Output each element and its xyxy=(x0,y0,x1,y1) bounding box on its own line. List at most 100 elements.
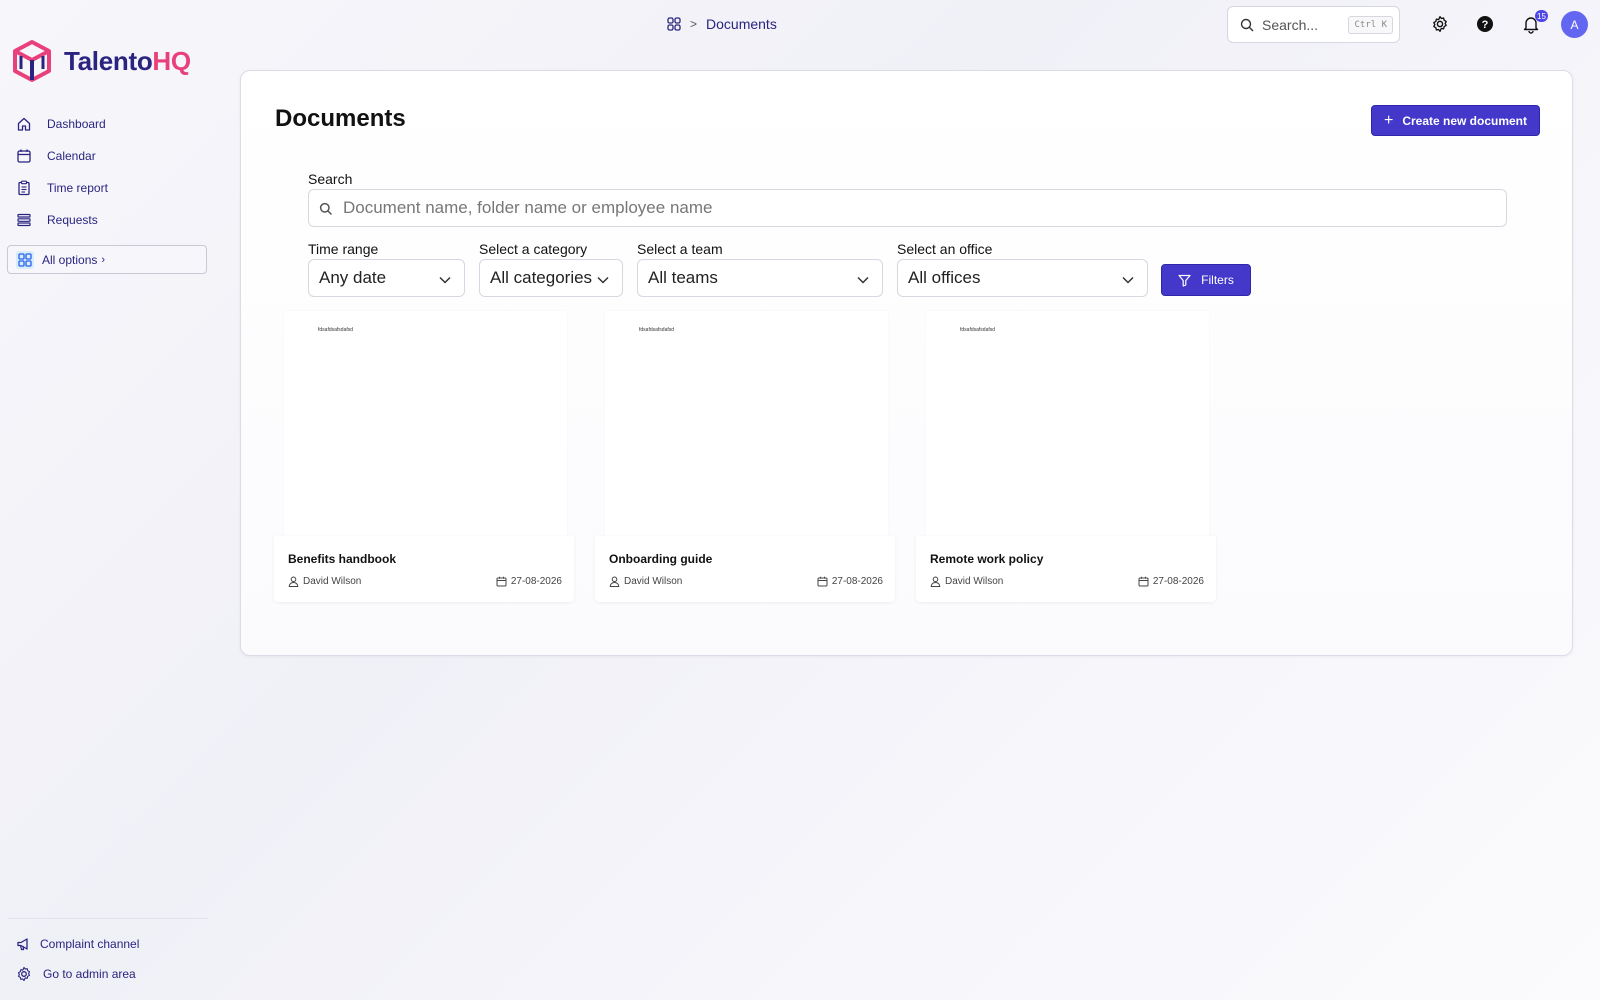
document-author: David Wilson xyxy=(609,576,682,587)
document-card[interactable]: fdsafdsafsdafsd Onboarding guide David W… xyxy=(595,311,895,602)
document-search-placeholder: Document name, folder name or employee n… xyxy=(343,198,713,217)
document-author-name: David Wilson xyxy=(303,576,362,587)
svg-text:?: ? xyxy=(1482,19,1489,31)
office-select[interactable]: All offices xyxy=(897,259,1148,297)
sidebar-item-label: Complaint channel xyxy=(40,937,140,951)
documents-panel: Documents + Create new document Search D… xyxy=(240,70,1573,656)
global-search-input[interactable]: Search... Ctrl K xyxy=(1227,6,1400,43)
sidebar-item-time-report[interactable]: Time report xyxy=(8,172,208,204)
sidebar-item-dashboard[interactable]: Dashboard xyxy=(8,108,208,140)
office-label: Select an office xyxy=(897,241,993,257)
settings-gear-icon[interactable] xyxy=(1430,14,1450,34)
chevron-down-icon xyxy=(1121,272,1135,292)
keyboard-shortcut: Ctrl K xyxy=(1348,16,1393,34)
notification-badge: 15 xyxy=(1535,10,1548,22)
chevron-down-icon xyxy=(856,272,870,292)
page-title: Documents xyxy=(275,105,406,132)
gear-icon xyxy=(16,966,32,982)
brand-name-part1: Talento xyxy=(64,45,153,76)
brand-logo[interactable]: TalentoHQ xyxy=(12,39,191,83)
document-card[interactable]: fdsafdsafsdafsd Remote work policy David… xyxy=(916,311,1216,602)
time-range-label: Time range xyxy=(308,241,379,257)
sidebar-item-admin-area[interactable]: Go to admin area xyxy=(16,966,136,982)
calendar-icon xyxy=(16,148,32,164)
document-preview: fdsafdsafsdafsd xyxy=(284,311,567,536)
user-icon xyxy=(288,576,299,587)
list-icon xyxy=(16,212,32,228)
document-card[interactable]: fdsafdsafsdafsd Benefits handbook David … xyxy=(274,311,574,602)
search-icon xyxy=(1240,18,1254,32)
document-info: Benefits handbook David Wilson 27-08-202… xyxy=(274,536,574,602)
calendar-icon xyxy=(496,576,507,587)
breadcrumb-current[interactable]: Documents xyxy=(706,16,777,32)
team-select[interactable]: All teams xyxy=(637,259,883,297)
sidebar-item-label: Calendar xyxy=(47,149,96,163)
document-date-value: 27-08-2026 xyxy=(1152,576,1204,587)
document-preview: fdsafdsafsdafsd xyxy=(605,311,888,536)
brand-name-part2: HQ xyxy=(152,45,191,76)
preview-text: fdsafdsafsdafsd xyxy=(639,327,675,333)
chevron-right-icon: > xyxy=(690,17,698,31)
chevron-right-icon: › xyxy=(101,253,106,266)
sidebar-divider xyxy=(8,918,208,919)
document-author: David Wilson xyxy=(930,576,1003,587)
document-author: David Wilson xyxy=(288,576,361,587)
document-author-name: David Wilson xyxy=(624,576,683,587)
chevron-down-icon xyxy=(596,272,610,292)
document-date-value: 27-08-2026 xyxy=(510,576,562,587)
document-date: 27-08-2026 xyxy=(496,576,562,587)
breadcrumb: > Documents xyxy=(667,16,777,32)
document-search-input[interactable]: Document name, folder name or employee n… xyxy=(308,189,1507,227)
create-document-label: Create new document xyxy=(1402,113,1528,128)
category-select[interactable]: All categories xyxy=(479,259,623,297)
home-icon xyxy=(16,116,32,132)
sidebar-item-calendar[interactable]: Calendar xyxy=(8,140,208,172)
chevron-down-icon xyxy=(438,272,452,292)
sidebar-item-label: Dashboard xyxy=(47,117,106,131)
all-options-label: All options xyxy=(42,252,98,267)
global-search-placeholder: Search... xyxy=(1262,16,1319,33)
document-info: Remote work policy David Wilson 27-08-20… xyxy=(916,536,1216,602)
avatar[interactable]: A xyxy=(1561,11,1588,38)
help-icon[interactable]: ? xyxy=(1475,14,1495,34)
category-label: Select a category xyxy=(479,241,588,257)
filters-button[interactable]: Filters xyxy=(1161,264,1251,296)
document-info: Onboarding guide David Wilson 27-08-2026 xyxy=(595,536,895,602)
sidebar-item-complaint-channel[interactable]: Complaint channel xyxy=(16,936,139,952)
office-value: All offices xyxy=(908,268,981,287)
team-value: All teams xyxy=(648,268,718,287)
sidebar-nav: Dashboard Calendar Time report Requests xyxy=(8,108,208,236)
search-icon xyxy=(319,201,333,221)
search-label: Search xyxy=(308,171,353,187)
apps-icon[interactable] xyxy=(667,17,681,31)
document-author-name: David Wilson xyxy=(945,576,1004,587)
create-document-button[interactable]: + Create new document xyxy=(1371,105,1540,136)
clipboard-icon xyxy=(16,180,32,196)
preview-text: fdsafdsafsdafsd xyxy=(318,327,354,333)
document-date: 27-08-2026 xyxy=(817,576,883,587)
preview-text: fdsafdsafsdafsd xyxy=(960,327,996,333)
document-preview: fdsafdsafsdafsd xyxy=(926,311,1209,536)
sidebar-item-requests[interactable]: Requests xyxy=(8,204,208,236)
filters-button-label: Filters xyxy=(1201,273,1234,287)
document-date-value: 27-08-2026 xyxy=(831,576,883,587)
time-range-value: Any date xyxy=(319,268,387,287)
user-icon xyxy=(930,576,941,587)
filter-funnel-icon xyxy=(1178,274,1191,287)
calendar-icon xyxy=(817,576,828,587)
document-name: Remote work policy xyxy=(930,552,1044,566)
team-label: Select a team xyxy=(637,241,723,257)
sidebar-item-label: Requests xyxy=(47,213,98,227)
calendar-icon xyxy=(1138,576,1149,587)
plus-icon: + xyxy=(1383,111,1394,129)
time-range-select[interactable]: Any date xyxy=(308,259,465,297)
grid-icon xyxy=(16,250,34,269)
cube-logo-icon xyxy=(13,40,51,82)
category-value: All categories xyxy=(490,268,593,287)
sidebar-item-label: Time report xyxy=(47,181,108,195)
sidebar-item-label: Go to admin area xyxy=(43,967,136,981)
document-name: Benefits handbook xyxy=(288,552,397,566)
user-icon xyxy=(609,576,620,587)
sidebar: TalentoHQ Dashboard Calendar Time report… xyxy=(0,0,215,1000)
all-options-button[interactable]: All options › xyxy=(7,245,207,274)
